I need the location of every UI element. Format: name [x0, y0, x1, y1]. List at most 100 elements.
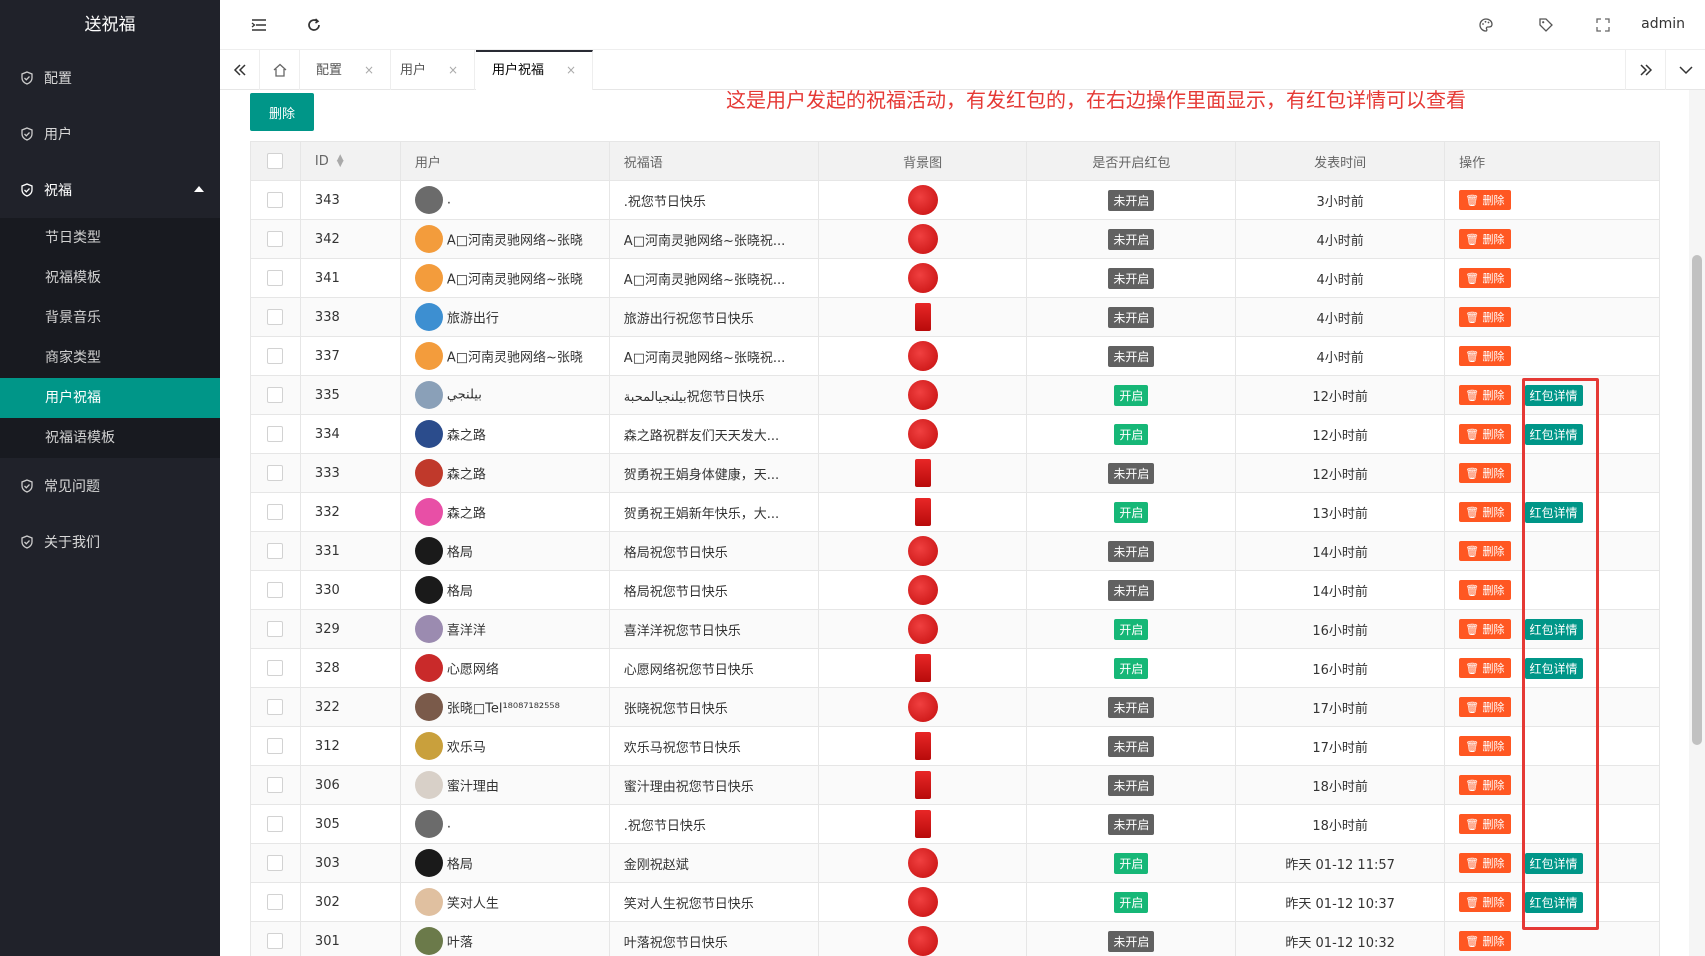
delete-button[interactable]: 🗑 删除 — [1459, 697, 1511, 717]
delete-button[interactable]: 🗑 删除 — [1459, 853, 1511, 873]
row-checkbox[interactable] — [267, 387, 284, 403]
redpacket-detail-button[interactable]: 红包详情 — [1524, 423, 1583, 445]
menu-collapse-icon[interactable] — [248, 14, 270, 36]
sidebar-subitem-blessing-template[interactable]: 祝福模板 — [0, 258, 220, 298]
sidebar-item-about[interactable]: 关于我们 — [0, 514, 220, 570]
delete-button[interactable]: 🗑 删除 — [1459, 424, 1511, 444]
sidebar-subitem-merchant-type[interactable]: 商家类型 — [0, 338, 220, 378]
tabs-dropdown-icon[interactable] — [1665, 50, 1705, 90]
delete-button[interactable]: 🗑 删除 — [1459, 346, 1511, 366]
background-thumbnail[interactable] — [914, 810, 931, 838]
col-id[interactable]: ID ▲ ▼ — [299, 141, 401, 181]
delete-button[interactable]: 🗑 删除 — [1459, 619, 1511, 639]
close-icon[interactable]: × — [566, 63, 576, 77]
background-thumbnail[interactable] — [907, 341, 938, 371]
delete-button[interactable]: 🗑 删除 — [1459, 502, 1511, 522]
redpacket-detail-button[interactable]: 红包详情 — [1524, 384, 1583, 406]
background-thumbnail[interactable] — [907, 575, 938, 605]
delete-button[interactable]: 🗑 删除 — [1459, 268, 1511, 288]
sidebar-item-blessing[interactable]: 祝福 — [0, 162, 220, 218]
delete-button[interactable]: 🗑 删除 — [1459, 541, 1511, 561]
background-thumbnail[interactable] — [907, 263, 938, 293]
tabs-scroll-right-icon[interactable] — [1625, 50, 1665, 90]
row-checkbox[interactable] — [267, 855, 284, 871]
tag-icon[interactable] — [1535, 14, 1557, 36]
background-thumbnail[interactable] — [914, 771, 931, 799]
delete-button[interactable]: 🗑 删除 — [1459, 229, 1511, 249]
row-checkbox[interactable] — [267, 738, 284, 754]
fullscreen-icon[interactable] — [1592, 14, 1614, 36]
row-checkbox[interactable] — [267, 660, 284, 676]
background-thumbnail[interactable] — [907, 380, 938, 410]
background-thumbnail[interactable] — [914, 654, 931, 682]
sidebar-subitem-bg-music[interactable]: 背景音乐 — [0, 298, 220, 338]
background-thumbnail[interactable] — [914, 732, 931, 760]
delete-button[interactable]: 🗑 删除 — [1459, 814, 1511, 834]
batch-delete-button[interactable]: 删除 — [250, 93, 314, 131]
theme-palette-icon[interactable] — [1475, 14, 1497, 36]
sidebar-item-user[interactable]: 用户 — [0, 106, 220, 162]
background-thumbnail[interactable] — [914, 498, 931, 526]
background-thumbnail[interactable] — [907, 185, 938, 215]
select-all-checkbox[interactable] — [267, 153, 284, 169]
admin-user-menu[interactable]: admin — [1641, 16, 1685, 32]
row-checkbox[interactable] — [267, 426, 284, 442]
row-checkbox[interactable] — [267, 699, 284, 715]
delete-button[interactable]: 🗑 删除 — [1459, 736, 1511, 756]
close-icon[interactable]: × — [448, 63, 458, 77]
delete-button[interactable]: 🗑 删除 — [1459, 307, 1511, 327]
sidebar-subitem-blessing-text-template[interactable]: 祝福语模板 — [0, 418, 220, 458]
delete-button[interactable]: 🗑 删除 — [1459, 463, 1511, 483]
row-checkbox[interactable] — [267, 231, 284, 247]
home-tab-icon[interactable] — [260, 50, 300, 90]
background-thumbnail[interactable] — [907, 224, 938, 254]
row-checkbox[interactable] — [267, 816, 284, 832]
scrollbar-thumb[interactable] — [1692, 255, 1702, 745]
delete-button[interactable]: 🗑 删除 — [1459, 190, 1511, 210]
row-checkbox[interactable] — [267, 504, 284, 520]
background-thumbnail[interactable] — [907, 536, 938, 566]
redpacket-detail-button[interactable]: 红包详情 — [1524, 657, 1583, 679]
delete-button[interactable]: 🗑 删除 — [1459, 892, 1511, 912]
background-thumbnail[interactable] — [907, 926, 938, 956]
sidebar-item-config[interactable]: 配置 — [0, 50, 220, 106]
redpacket-detail-button[interactable]: 红包详情 — [1524, 852, 1583, 874]
background-thumbnail[interactable] — [907, 614, 938, 644]
tab-user-blessing[interactable]: 用户祝福 × — [476, 50, 594, 90]
sidebar-item-faq[interactable]: 常见问题 — [0, 458, 220, 514]
sidebar-subitem-holiday-type[interactable]: 节日类型 — [0, 218, 220, 258]
row-checkbox[interactable] — [267, 894, 284, 910]
delete-button[interactable]: 🗑 删除 — [1459, 775, 1511, 795]
refresh-icon[interactable] — [303, 14, 325, 36]
tabs-scroll-left-icon[interactable] — [220, 50, 260, 90]
close-icon[interactable]: × — [364, 63, 374, 77]
row-checkbox[interactable] — [267, 348, 284, 364]
tab-config[interactable]: 配置 × — [300, 50, 392, 90]
redpacket-detail-button[interactable]: 红包详情 — [1524, 501, 1583, 523]
background-thumbnail[interactable] — [914, 303, 931, 331]
delete-button[interactable]: 🗑 删除 — [1459, 580, 1511, 600]
row-checkbox[interactable] — [267, 933, 284, 949]
sidebar-subitem-user-blessing[interactable]: 用户祝福 — [0, 378, 220, 418]
row-checkbox[interactable] — [267, 543, 284, 559]
page-scrollbar[interactable] — [1689, 90, 1705, 956]
sort-icon[interactable]: ▲ ▼ — [337, 154, 344, 169]
delete-button[interactable]: 🗑 删除 — [1459, 385, 1511, 405]
row-checkbox[interactable] — [267, 465, 284, 481]
row-checkbox[interactable] — [267, 621, 284, 637]
tab-user[interactable]: 用户 × — [384, 50, 476, 90]
background-thumbnail[interactable] — [914, 459, 931, 487]
row-checkbox[interactable] — [267, 582, 284, 598]
row-checkbox[interactable] — [267, 270, 284, 286]
background-thumbnail[interactable] — [907, 692, 938, 722]
background-thumbnail[interactable] — [907, 419, 938, 449]
delete-button[interactable]: 🗑 删除 — [1459, 658, 1511, 678]
row-checkbox[interactable] — [267, 192, 284, 208]
background-thumbnail[interactable] — [907, 887, 938, 917]
delete-button[interactable]: 🗑 删除 — [1459, 931, 1511, 951]
redpacket-detail-button[interactable]: 红包详情 — [1524, 891, 1583, 913]
row-checkbox[interactable] — [267, 777, 284, 793]
row-checkbox[interactable] — [267, 309, 284, 325]
background-thumbnail[interactable] — [907, 848, 938, 878]
redpacket-detail-button[interactable]: 红包详情 — [1524, 618, 1583, 640]
